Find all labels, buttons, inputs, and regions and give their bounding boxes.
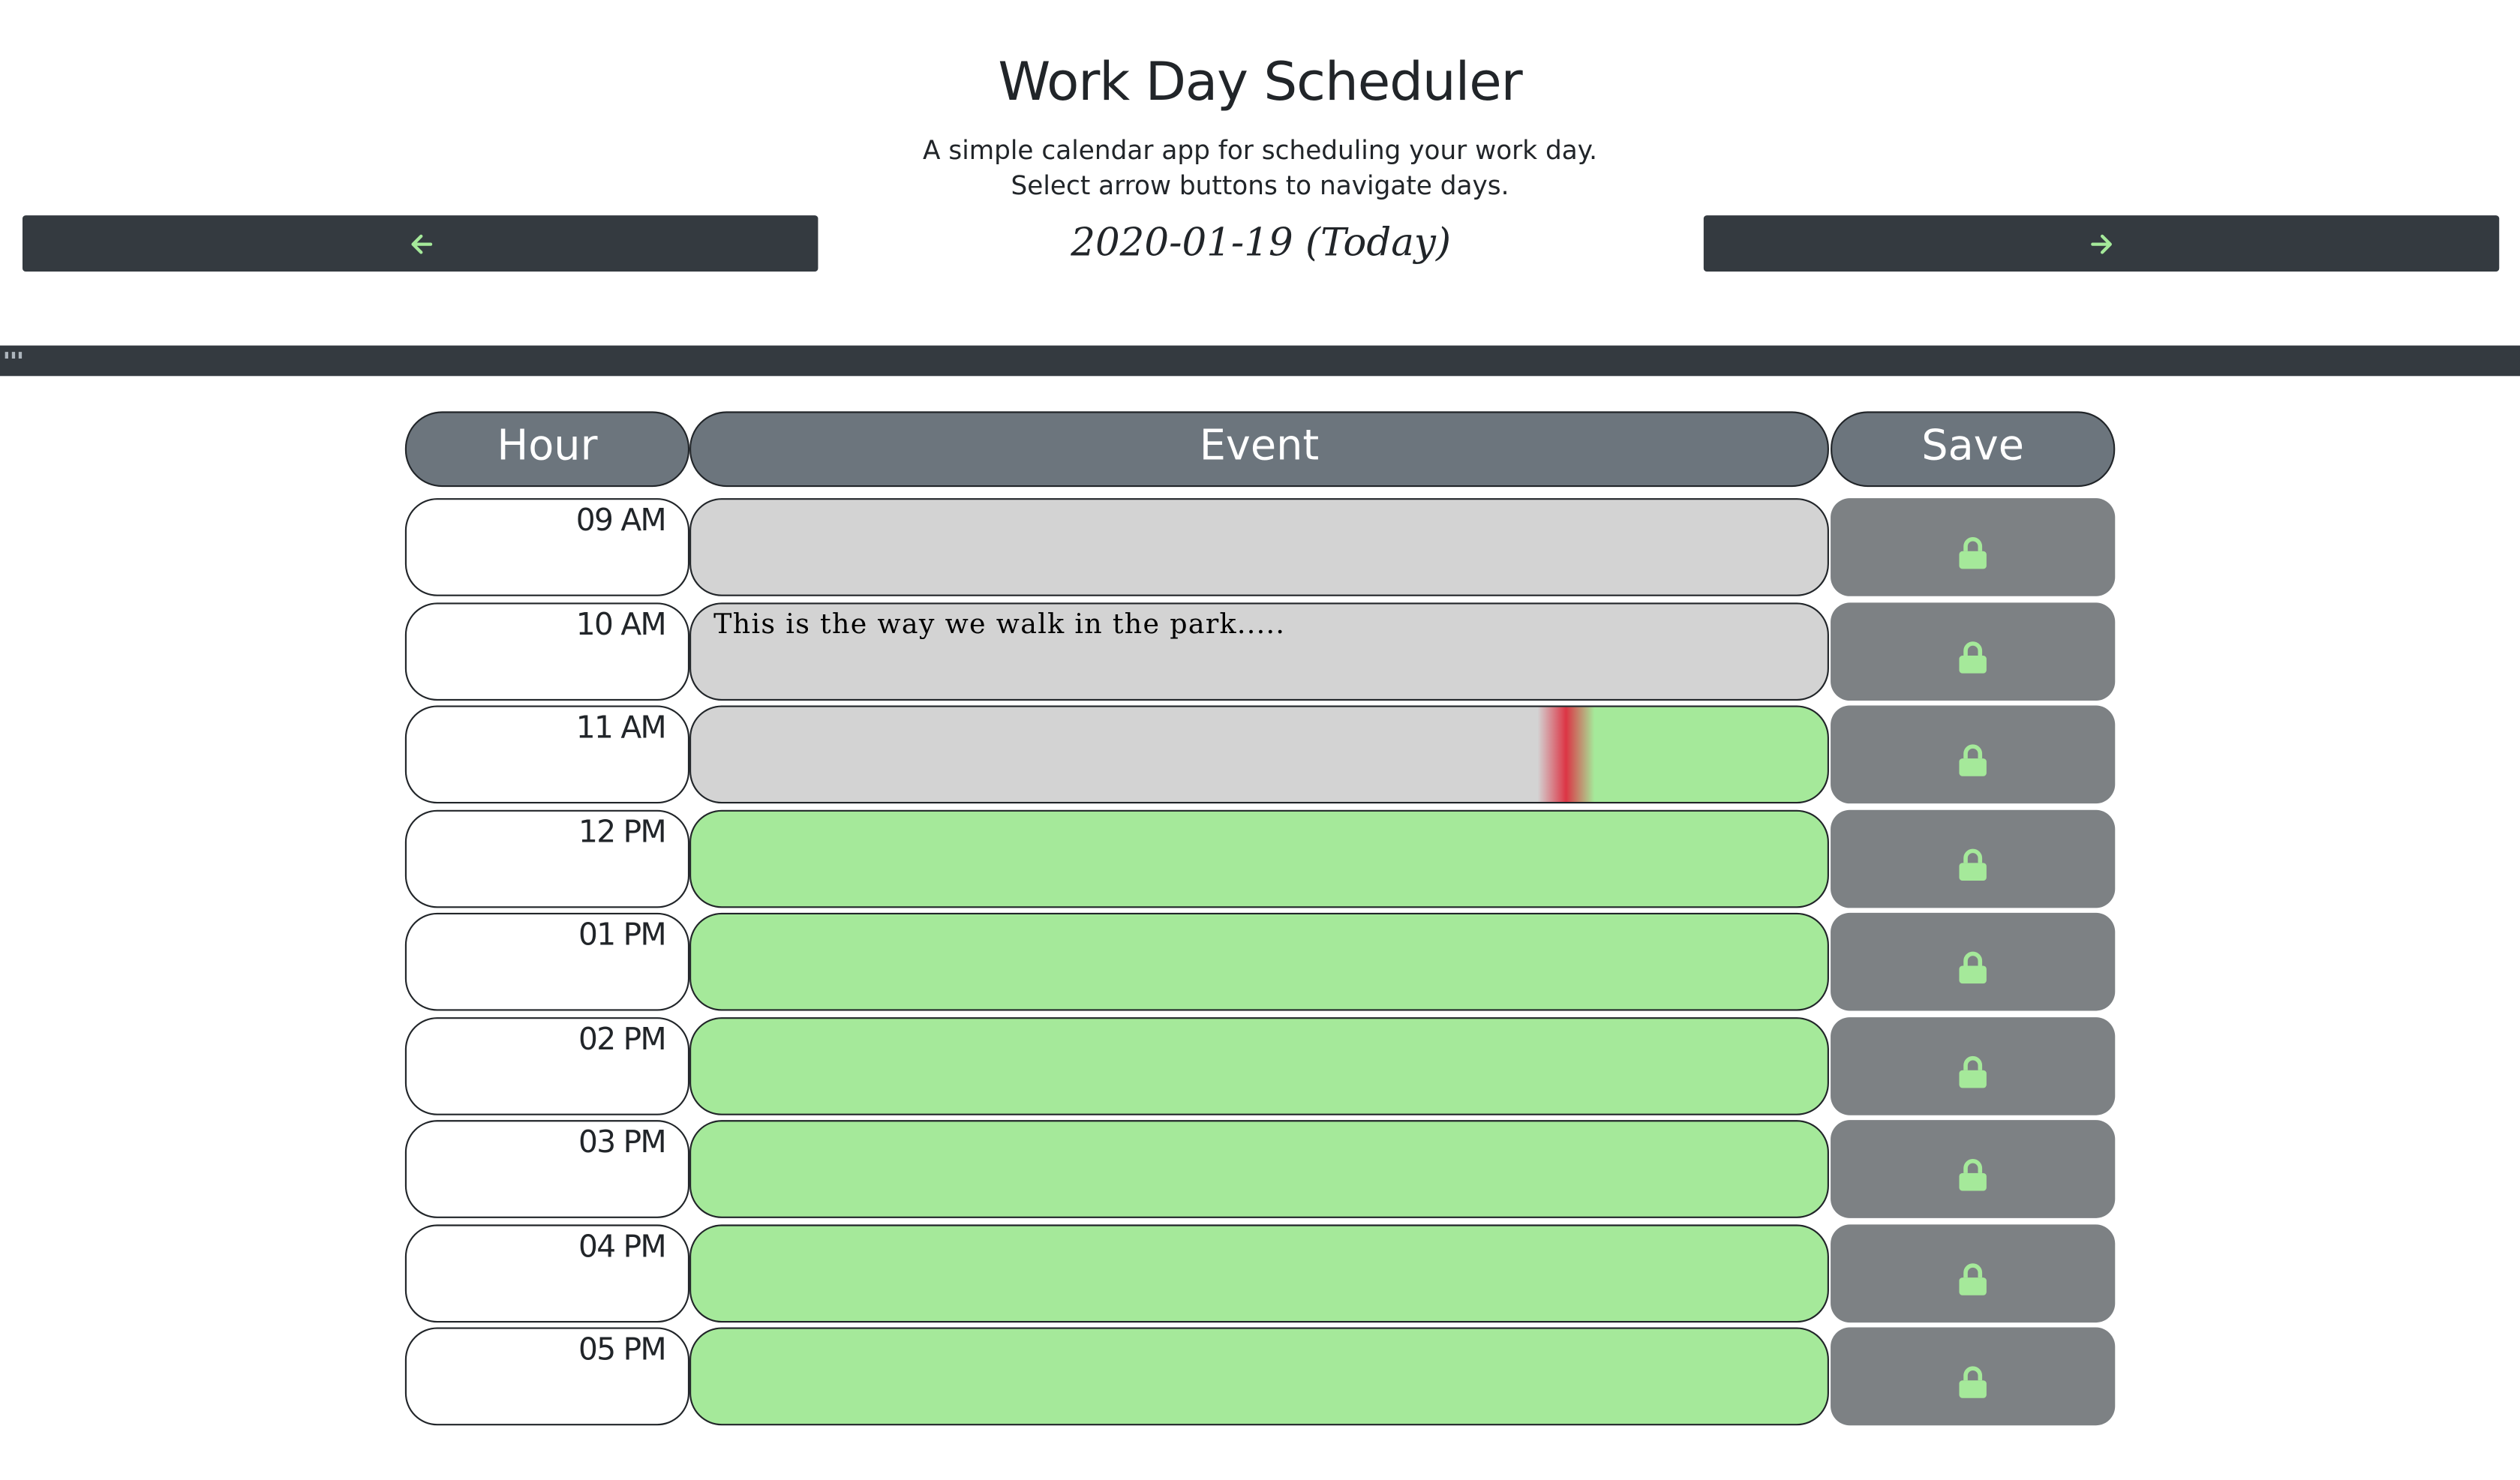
grip-icon: ▮▮▮ [3, 348, 24, 362]
save-button[interactable] [1831, 1327, 2116, 1426]
lock-icon [1959, 1055, 1987, 1088]
hour-label: 04 PM [578, 1228, 667, 1264]
arrow-left-icon [410, 233, 432, 254]
save-button[interactable] [1831, 1120, 2116, 1218]
table-row: 09 AM [404, 498, 2117, 598]
hour-label: 01 PM [578, 917, 667, 953]
hour-cell: 11 AM [404, 705, 690, 804]
lock-icon [1959, 536, 1987, 569]
hour-label: 05 PM [578, 1331, 667, 1368]
hour-cell: 03 PM [404, 1120, 690, 1218]
resize-grip-icon[interactable] [1814, 1100, 1825, 1110]
hour-cell: 02 PM [404, 1016, 690, 1115]
arrow-right-icon [2090, 233, 2111, 254]
event-input[interactable] [691, 500, 1828, 595]
event-input[interactable] [691, 1121, 1828, 1217]
event-input[interactable] [691, 810, 1828, 906]
event-input[interactable] [691, 1018, 1828, 1113]
hour-label: 03 PM [578, 1124, 667, 1160]
lock-icon [1959, 848, 1987, 880]
save-button[interactable] [1831, 1223, 2116, 1322]
table-row: 01 PM [404, 912, 2117, 1013]
hour-column-header: Hour [404, 411, 690, 488]
subtitle-line-1: A simple calendar app for scheduling you… [923, 134, 1598, 166]
resize-grip-icon[interactable] [1814, 685, 1825, 695]
table-row: 04 PM [404, 1223, 2117, 1323]
event-input[interactable]: This is the way we walk in the park..... [691, 603, 1828, 698]
event-cell [689, 1327, 1829, 1426]
table-row: 10 AM This is the way we walk in the park… [404, 602, 2117, 701]
lock-icon [1959, 1262, 1987, 1295]
event-cell [689, 809, 1829, 908]
page-subtitle: A simple calendar app for scheduling you… [0, 134, 2520, 204]
table-row: 12 PM [404, 809, 2117, 909]
hour-label: 09 AM [575, 503, 667, 539]
previous-day-button[interactable] [22, 215, 818, 272]
hour-label: 12 PM [578, 814, 667, 850]
subtitle-line-2: Select arrow buttons to navigate days. [1011, 170, 1509, 201]
table-row: 11 AM [404, 705, 2117, 805]
hour-cell: 01 PM [404, 912, 690, 1011]
save-button[interactable] [1831, 1016, 2116, 1115]
hour-cell: 05 PM [404, 1327, 690, 1426]
resize-grip-icon[interactable] [1814, 1203, 1825, 1214]
next-day-button[interactable] [1703, 215, 2500, 272]
event-input[interactable] [691, 914, 1828, 1010]
resize-grip-icon[interactable] [1814, 788, 1825, 799]
save-column-header: Save [1831, 411, 2116, 488]
resize-grip-icon[interactable] [1814, 1307, 1825, 1317]
lock-icon [1959, 951, 1987, 984]
page-title: Work Day Scheduler [998, 50, 1522, 113]
table-header-row: Hour Event Save [404, 411, 2117, 488]
header-divider-bar: ▮▮▮ [0, 345, 2520, 377]
lock-icon [1959, 1366, 1987, 1398]
table-row: 03 PM [404, 1120, 2117, 1220]
save-button[interactable] [1831, 498, 2116, 596]
event-cell [689, 498, 1829, 596]
event-input[interactable] [691, 1225, 1828, 1320]
hour-label: 11 AM [575, 710, 667, 746]
resize-grip-icon[interactable] [1814, 996, 1825, 1007]
event-cell [689, 705, 1829, 804]
hour-label: 02 PM [578, 1021, 667, 1057]
hour-cell: 04 PM [404, 1223, 690, 1322]
lock-icon [1959, 744, 1987, 776]
lock-icon [1959, 641, 1987, 673]
lock-icon [1959, 1159, 1987, 1191]
hour-cell: 12 PM [404, 809, 690, 908]
event-cell [689, 1223, 1829, 1322]
resize-grip-icon[interactable] [1814, 893, 1825, 902]
event-cell: This is the way we walk in the park..... [689, 602, 1829, 700]
table-row: 02 PM [404, 1016, 2117, 1116]
save-button[interactable] [1831, 912, 2116, 1011]
resize-grip-icon[interactable] [1814, 581, 1825, 592]
hour-label: 10 AM [575, 606, 667, 642]
table-row: 05 PM [404, 1327, 2117, 1427]
hour-cell: 09 AM [404, 498, 690, 596]
resize-grip-icon[interactable] [1814, 1410, 1825, 1421]
hour-cell: 10 AM [404, 602, 690, 700]
event-column-header: Event [689, 411, 1829, 488]
save-button[interactable] [1831, 602, 2116, 700]
scheduler-page: Work Day Scheduler A simple calendar app… [0, 0, 2520, 1480]
event-input[interactable] [691, 707, 1828, 803]
event-cell [689, 912, 1829, 1011]
event-cell [689, 1120, 1829, 1218]
event-input[interactable] [691, 1328, 1828, 1424]
save-button[interactable] [1831, 705, 2116, 804]
save-button[interactable] [1831, 809, 2116, 908]
event-cell [689, 1016, 1829, 1115]
current-date: 2020-01-19 (Today) [1071, 220, 1452, 266]
